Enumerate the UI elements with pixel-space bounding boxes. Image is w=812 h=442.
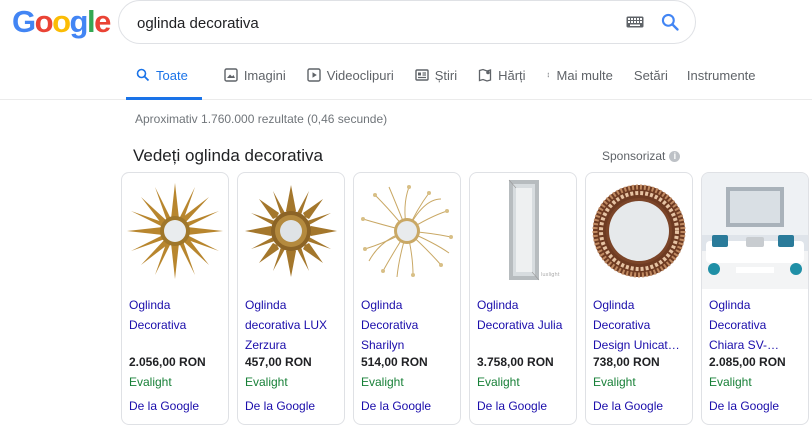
more-vert-icon: [547, 72, 549, 78]
logo-letter: o: [52, 4, 71, 39]
via-google-link[interactable]: De la Google: [129, 399, 199, 413]
tab-label: Toate: [156, 68, 188, 83]
search-input[interactable]: [137, 12, 617, 34]
product-price: 738,00 RON: [593, 355, 660, 369]
tab-videos[interactable]: Videoclipuri: [307, 58, 394, 100]
tab-label: Videoclipuri: [326, 68, 394, 83]
search-tabs: Toate Imagini Videoclipuri Știri Hărți M…: [126, 58, 775, 100]
sponsored-label[interactable]: Sponsorizat i: [602, 149, 681, 163]
via-google-link[interactable]: De la Google: [245, 399, 315, 413]
search-header: Google Toate Imagini Videoclipuri: [0, 0, 812, 100]
product-card[interactable]: Oglinda decorativa LUX Zerzura 457,00 RO…: [237, 172, 345, 425]
product-card[interactable]: Oglinda Decorativa Chiara SV-… 2.085,00 …: [701, 172, 809, 425]
tab-all[interactable]: Toate: [126, 58, 202, 100]
product-name[interactable]: Oglinda Decorativa: [129, 295, 225, 335]
product-image[interactable]: [586, 173, 692, 289]
tab-tools[interactable]: Instrumente: [687, 58, 756, 100]
logo-letter: o: [34, 4, 54, 39]
product-carousel: Oglinda Decorativa 2.056,00 RON Evalight…: [121, 172, 812, 425]
svg-text:luxlight: luxlight: [541, 272, 560, 278]
product-image[interactable]: [122, 173, 228, 289]
product-image[interactable]: [238, 173, 344, 289]
product-price: 2.056,00 RON: [129, 355, 206, 369]
tab-label: Știri: [434, 68, 458, 83]
product-name[interactable]: Oglinda Decorativa Design Unicat…: [593, 295, 689, 355]
product-seller: Evalight: [129, 375, 172, 389]
news-icon: [415, 69, 429, 81]
product-card[interactable]: Oglinda Decorativa Sharilyn 514,00 RON E…: [353, 172, 461, 425]
product-price: 457,00 RON: [245, 355, 312, 369]
tab-label: Hărți: [498, 68, 526, 83]
video-icon: [307, 68, 321, 82]
tab-settings[interactable]: Setări: [634, 58, 668, 100]
product-name[interactable]: Oglinda decorativa LUX Zerzura: [245, 295, 341, 355]
product-seller: Evalight: [361, 375, 404, 389]
product-seller: Evalight: [593, 375, 636, 389]
info-icon[interactable]: i: [669, 150, 681, 162]
search-box[interactable]: [118, 0, 696, 44]
shopping-title[interactable]: Vedeți oglinda decorativa: [133, 146, 323, 166]
tab-news[interactable]: Știri: [415, 58, 457, 100]
product-card[interactable]: luxlight Oglinda Decorativa Julia 3.758,…: [469, 172, 577, 425]
product-price: 2.085,00 RON: [709, 355, 786, 369]
product-name[interactable]: Oglinda Decorativa Julia: [477, 295, 573, 335]
logo-letter: G: [12, 4, 36, 39]
tab-label: Imagini: [243, 68, 286, 83]
tab-more[interactable]: Mai multe: [547, 58, 613, 100]
product-image[interactable]: [702, 173, 808, 289]
product-image[interactable]: [354, 173, 460, 289]
sponsored-text: Sponsorizat: [602, 149, 666, 163]
search-icon: [136, 68, 150, 82]
tall-mirror-image: luxlight: [508, 179, 560, 281]
star-mirror-image: [245, 185, 337, 277]
search-icon[interactable]: [660, 12, 680, 32]
product-name[interactable]: Oglinda Decorativa Sharilyn: [361, 295, 457, 355]
google-logo[interactable]: Google: [12, 4, 111, 40]
product-seller: Evalight: [709, 375, 752, 389]
map-icon: [478, 68, 492, 82]
product-name[interactable]: Oglinda Decorativa Chiara SV-…: [709, 295, 805, 355]
product-seller: Evalight: [245, 375, 288, 389]
via-google-link[interactable]: De la Google: [477, 399, 547, 413]
logo-letter: g: [69, 4, 89, 39]
logo-letter: e: [94, 4, 111, 39]
tab-label: Setări: [633, 68, 668, 83]
living-room-mirror-image: [702, 173, 808, 289]
sun-mirror-image: [127, 183, 223, 279]
product-image[interactable]: luxlight: [470, 173, 576, 289]
product-seller: Evalight: [477, 375, 520, 389]
tab-images[interactable]: Imagini: [224, 58, 286, 100]
product-card[interactable]: Oglinda Decorativa Design Unicat… 738,00…: [585, 172, 693, 425]
mosaic-mirror-image: [592, 184, 686, 278]
tab-maps[interactable]: Hărți: [478, 58, 526, 100]
logo-letter: l: [86, 4, 96, 39]
wire-sun-mirror-image: [361, 185, 453, 278]
keyboard-icon[interactable]: [626, 16, 644, 28]
via-google-link[interactable]: De la Google: [361, 399, 431, 413]
product-price: 3.758,00 RON: [477, 355, 554, 369]
tab-label: Mai multe: [556, 68, 613, 83]
image-icon: [224, 68, 238, 82]
tab-label: Instrumente: [686, 68, 756, 83]
via-google-link[interactable]: De la Google: [593, 399, 663, 413]
product-card[interactable]: Oglinda Decorativa 2.056,00 RON Evalight…: [121, 172, 229, 425]
via-google-link[interactable]: De la Google: [709, 399, 779, 413]
result-stats: Aproximativ 1.760.000 rezultate (0,46 se…: [135, 112, 388, 126]
product-price: 514,00 RON: [361, 355, 428, 369]
